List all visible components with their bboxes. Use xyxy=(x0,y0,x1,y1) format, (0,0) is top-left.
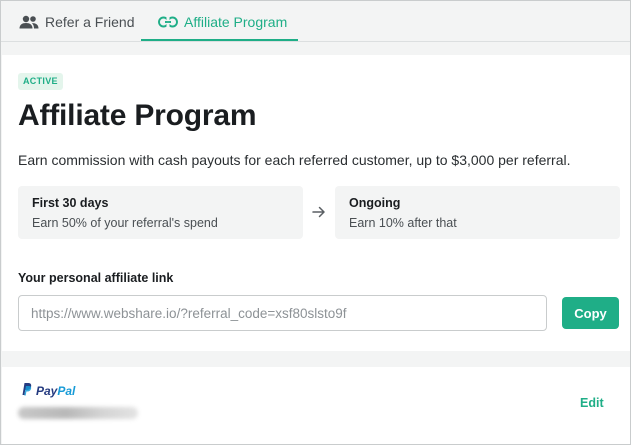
paypal-brand-pal: Pal xyxy=(57,383,76,398)
affiliate-link-input[interactable] xyxy=(18,295,547,331)
paypal-logo: PayPal xyxy=(20,382,75,399)
status-badge: ACTIVE xyxy=(18,73,63,90)
tab-bar: Refer a Friend Affiliate Program xyxy=(1,1,630,42)
active-tab-indicator xyxy=(141,39,298,41)
redacted-email xyxy=(18,407,138,419)
tab-refer-a-friend[interactable]: Refer a Friend xyxy=(19,1,134,42)
affiliate-card: ACTIVE Affiliate Program Earn commission… xyxy=(2,55,630,351)
phase-title: First 30 days xyxy=(32,196,109,210)
paypal-brand-pay: Pay xyxy=(36,383,58,398)
edit-payout-link[interactable]: Edit xyxy=(580,396,604,410)
phase-text: Earn 10% after that xyxy=(349,216,457,230)
affiliate-page: Refer a Friend Affiliate Program ACTIVE … xyxy=(0,0,631,445)
arrow-right-icon xyxy=(311,205,327,224)
tab-label: Affiliate Program xyxy=(184,13,288,30)
phase-text: Earn 50% of your referral's spend xyxy=(32,216,218,230)
program-description: Earn commission with cash payouts for ea… xyxy=(18,152,571,168)
people-icon xyxy=(19,15,39,29)
tab-label: Refer a Friend xyxy=(45,13,135,30)
link-icon xyxy=(158,15,178,28)
payout-method-card: PayPal Edit xyxy=(2,367,630,444)
copy-button[interactable]: Copy xyxy=(562,297,619,329)
paypal-icon xyxy=(20,382,32,399)
tab-affiliate-program[interactable]: Affiliate Program xyxy=(141,1,298,42)
phase-first-30-days: First 30 days Earn 50% of your referral'… xyxy=(18,186,303,239)
phase-ongoing: Ongoing Earn 10% after that xyxy=(335,186,620,239)
phase-title: Ongoing xyxy=(349,196,401,210)
affiliate-link-label: Your personal affiliate link xyxy=(18,271,174,285)
page-title: Affiliate Program xyxy=(18,99,257,132)
